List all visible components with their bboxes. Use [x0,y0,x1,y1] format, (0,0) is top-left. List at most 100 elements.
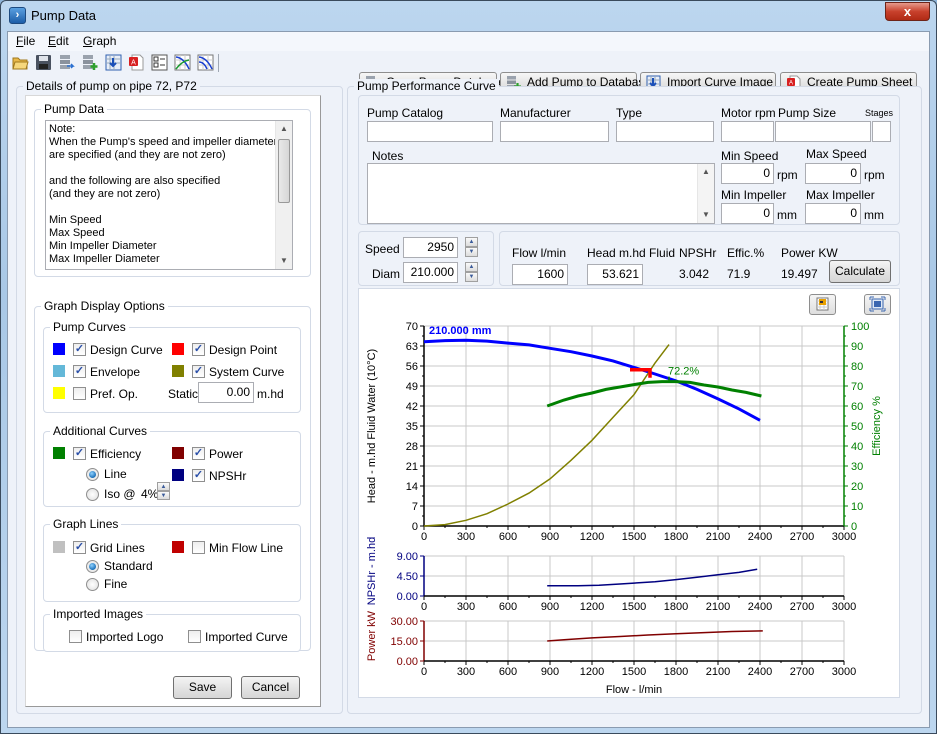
y-tick-label: 28 [406,441,418,453]
stages-input[interactable] [872,121,891,142]
envelope-color-swatch[interactable] [53,365,65,377]
save-icon[interactable] [35,54,52,71]
efficiency-checkbox[interactable]: ✓ [73,447,86,460]
head-input[interactable]: 53.621 [587,264,643,285]
menu-edit[interactable]: Edit [48,34,69,48]
speed-input[interactable]: 2950 [403,237,458,258]
max-speed-input[interactable]: 0 [805,163,861,184]
iso-percent-stepper[interactable]: ▲ ▼ [157,482,170,500]
note-line: Max Impeller Diameter [49,253,160,265]
system-curve-color-swatch[interactable] [172,365,184,377]
iso-percent-value[interactable]: 4% [141,487,158,501]
system-curve-checkbox[interactable]: ✓ [192,365,205,378]
grid-lines-color-swatch[interactable] [53,541,65,553]
diam-input[interactable]: 210.000 [403,262,458,283]
notes-scrollbar[interactable]: ▲ ▼ [697,164,714,223]
menu-file[interactable]: File [16,34,35,48]
scroll-up-arrow-icon[interactable]: ▲ [276,121,292,137]
max-impeller-label: Max Impeller [806,188,875,202]
standard-grid-radio[interactable] [86,560,99,573]
checklist-icon[interactable] [151,54,168,71]
pump-size-input[interactable] [775,121,871,142]
fine-grid-radio[interactable] [86,578,99,591]
pump-details-title: Details of pump on pipe 72, P72 [23,79,200,93]
menu-graph[interactable]: Graph [83,34,116,48]
scroll-thumb[interactable] [278,139,290,203]
static-head-input[interactable]: 0.00 [198,382,254,403]
imported-curve-label: Imported Curve [205,630,288,644]
note-scrollbar[interactable]: ▲ ▼ [275,121,292,269]
power-color-swatch[interactable] [172,447,184,459]
npshr-result-value: 3.042 [679,267,710,281]
speed-down-arrow-icon[interactable]: ▼ [465,247,478,257]
design-curve-checkbox[interactable]: ✓ [73,343,86,356]
min-speed-input[interactable]: 0 [721,163,774,184]
series-line-npshr [547,568,758,587]
envelope-checkbox[interactable]: ✓ [73,365,86,378]
iso-up-arrow-icon[interactable]: ▲ [157,482,170,491]
calculate-button[interactable]: Calculate [829,260,891,283]
x-tick-label: 1500 [622,601,646,613]
speed-stepper[interactable]: ▲ ▼ [465,237,478,258]
pref-op-checkbox[interactable] [73,387,86,400]
design-point-color-swatch[interactable] [172,343,184,355]
cancel-button[interactable]: Cancel [241,676,300,699]
notes-scroll-down-icon[interactable]: ▼ [698,207,714,223]
diam-down-arrow-icon[interactable]: ▼ [465,272,478,282]
close-button[interactable]: x [885,2,930,21]
speed-up-arrow-icon[interactable]: ▲ [465,237,478,247]
static-label: Static [168,387,199,401]
efficiency-color-swatch[interactable] [53,447,65,459]
type-input[interactable] [616,121,714,142]
app-icon: › [9,7,26,24]
max-impeller-input[interactable]: 0 [805,203,861,224]
pdf-icon[interactable]: A [128,54,145,71]
window-title: Pump Data [31,8,97,23]
x-tick-label: 600 [499,601,517,613]
min-impeller-label: Min Impeller [721,188,787,202]
iso-down-arrow-icon[interactable]: ▼ [157,491,170,500]
power-result-value: 19.497 [781,267,818,281]
npshr-color-swatch[interactable] [172,469,184,481]
min-impeller-input[interactable]: 0 [721,203,774,224]
grid-lines-checkbox[interactable]: ✓ [73,541,86,554]
import-image-icon[interactable] [105,54,122,71]
note-line: and the following are also specified [49,175,221,187]
x-tick-label: 1800 [664,666,688,678]
manufacturer-input[interactable] [500,121,609,142]
save-button[interactable]: Save [173,676,232,699]
menu-graph-rest: raph [92,34,117,48]
database-add-icon[interactable] [81,54,98,71]
iso-radio[interactable] [86,488,99,501]
curve-graph-icon[interactable] [174,54,191,71]
line-radio[interactable] [86,468,99,481]
flow-input[interactable]: 1600 [512,264,568,285]
pump-curve-chart[interactable]: 0 300 600 900 1200 1500 1800 2100 2400 2700 300007… [359,289,899,697]
min-flow-line-label: Min Flow Line [209,541,284,555]
open-folder-icon[interactable] [12,54,29,71]
diam-up-arrow-icon[interactable]: ▲ [465,262,478,272]
pref-op-color-swatch[interactable] [53,387,65,399]
imported-curve-checkbox[interactable] [188,630,201,643]
notes-textarea[interactable]: ▲ ▼ [367,163,715,224]
imported-logo-checkbox[interactable] [69,630,82,643]
power-checkbox[interactable]: ✓ [192,447,205,460]
pump-details-group: Details of pump on pipe 72, P72 Pump Dat… [16,79,343,714]
design-point-checkbox[interactable]: ✓ [192,343,205,356]
diam-stepper[interactable]: ▲ ▼ [465,262,478,283]
pump-catalog-input[interactable] [367,121,493,142]
note-line: (and they are not zero) [49,188,161,200]
y-tick-label: 70 [406,321,418,333]
design-curve-label: Design Curve [90,343,163,357]
min-flow-line-checkbox[interactable] [192,541,205,554]
scroll-down-arrow-icon[interactable]: ▼ [276,253,292,269]
notes-scroll-up-icon[interactable]: ▲ [698,164,714,180]
curve-envelope-icon[interactable] [197,54,214,71]
design-curve-color-swatch[interactable] [53,343,65,355]
database-export-icon[interactable] [58,54,75,71]
min-flow-line-color-swatch[interactable] [172,541,184,553]
left-scroll-panel: Pump Data Note: When the Pump's speed and… [25,95,321,707]
npshr-checkbox[interactable]: ✓ [192,469,205,482]
pump-note-textarea[interactable]: Note: When the Pump's speed and impeller … [45,120,293,270]
motor-rpm-input[interactable] [721,121,774,142]
